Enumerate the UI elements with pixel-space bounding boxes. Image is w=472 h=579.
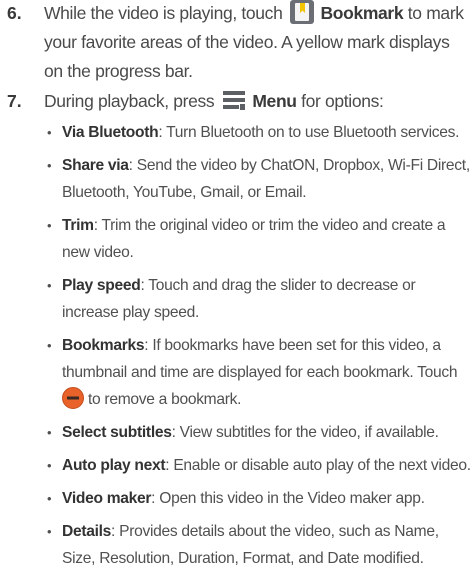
option-term: Via Bluetooth [62,124,159,141]
bullet: • [47,278,52,293]
step-text: While the video is playing, touch [44,3,287,23]
step-label: Bookmark [320,3,408,23]
option-select-subtitles: • Select subtitles: View subtitles for t… [0,419,472,446]
option-description: : Open this video in the Video maker app… [151,490,425,507]
option-via-bluetooth: • Via Bluetooth: Turn Bluetooth on to us… [0,119,472,146]
option-term: Details [62,523,112,540]
option-details: • Details: Provides details about the vi… [0,518,472,572]
option-description-after: to remove a bookmark. [88,391,242,408]
option-share-via: • Share via: Send the video by ChatON, D… [0,152,472,206]
option-video-maker: • Video maker: Open this video in the Vi… [0,485,472,512]
step-7: 7. During playback, press Menu for optio… [0,87,472,116]
option-description: : Turn Bluetooth on to use Bluetooth ser… [158,124,460,141]
option-description: : Enable or disable auto play of the nex… [165,457,471,474]
option-description: : View subtitles for the video, if avail… [171,424,439,441]
manual-page: 6. While the video is playing, touch Boo… [0,0,472,579]
option-term: Select subtitles [62,424,172,441]
step-text: During playback, press [44,91,219,111]
bullet: • [47,125,52,140]
step-label: Menu [252,91,302,111]
bullet: • [47,491,52,506]
bullet: • [47,158,52,173]
bookmark-icon [289,0,314,24]
step-text-after: for options: [301,91,384,111]
option-auto-play-next: • Auto play next: Enable or disable auto… [0,452,472,479]
option-play-speed: • Play speed: Touch and drag the slider … [0,272,472,326]
menu-icon [222,88,246,112]
step-number: 7. [7,91,22,111]
bullet: • [47,458,52,473]
remove-icon [62,387,84,409]
bullet: • [47,338,52,353]
option-term: Auto play next [62,457,166,474]
step-6: 6. While the video is playing, touch Boo… [0,0,472,86]
bullet: • [47,425,52,440]
option-term: Bookmarks [62,337,145,354]
option-term: Video maker [62,490,152,507]
step-number: 6. [7,3,22,23]
bullet: • [47,218,52,233]
option-term: Play speed [62,277,141,294]
option-bookmarks: • Bookmarks: If bookmarks have been set … [0,332,472,413]
menu-options-list: • Via Bluetooth: Turn Bluetooth on to us… [0,119,472,572]
option-description: : Provides details about the video, such… [62,523,439,567]
option-term: Trim [62,217,94,234]
bullet: • [47,524,52,539]
option-trim: • Trim: Trim the original video or trim … [0,212,472,266]
option-term: Share via [62,157,129,174]
option-description: : Trim the original video or trim the vi… [62,217,446,261]
